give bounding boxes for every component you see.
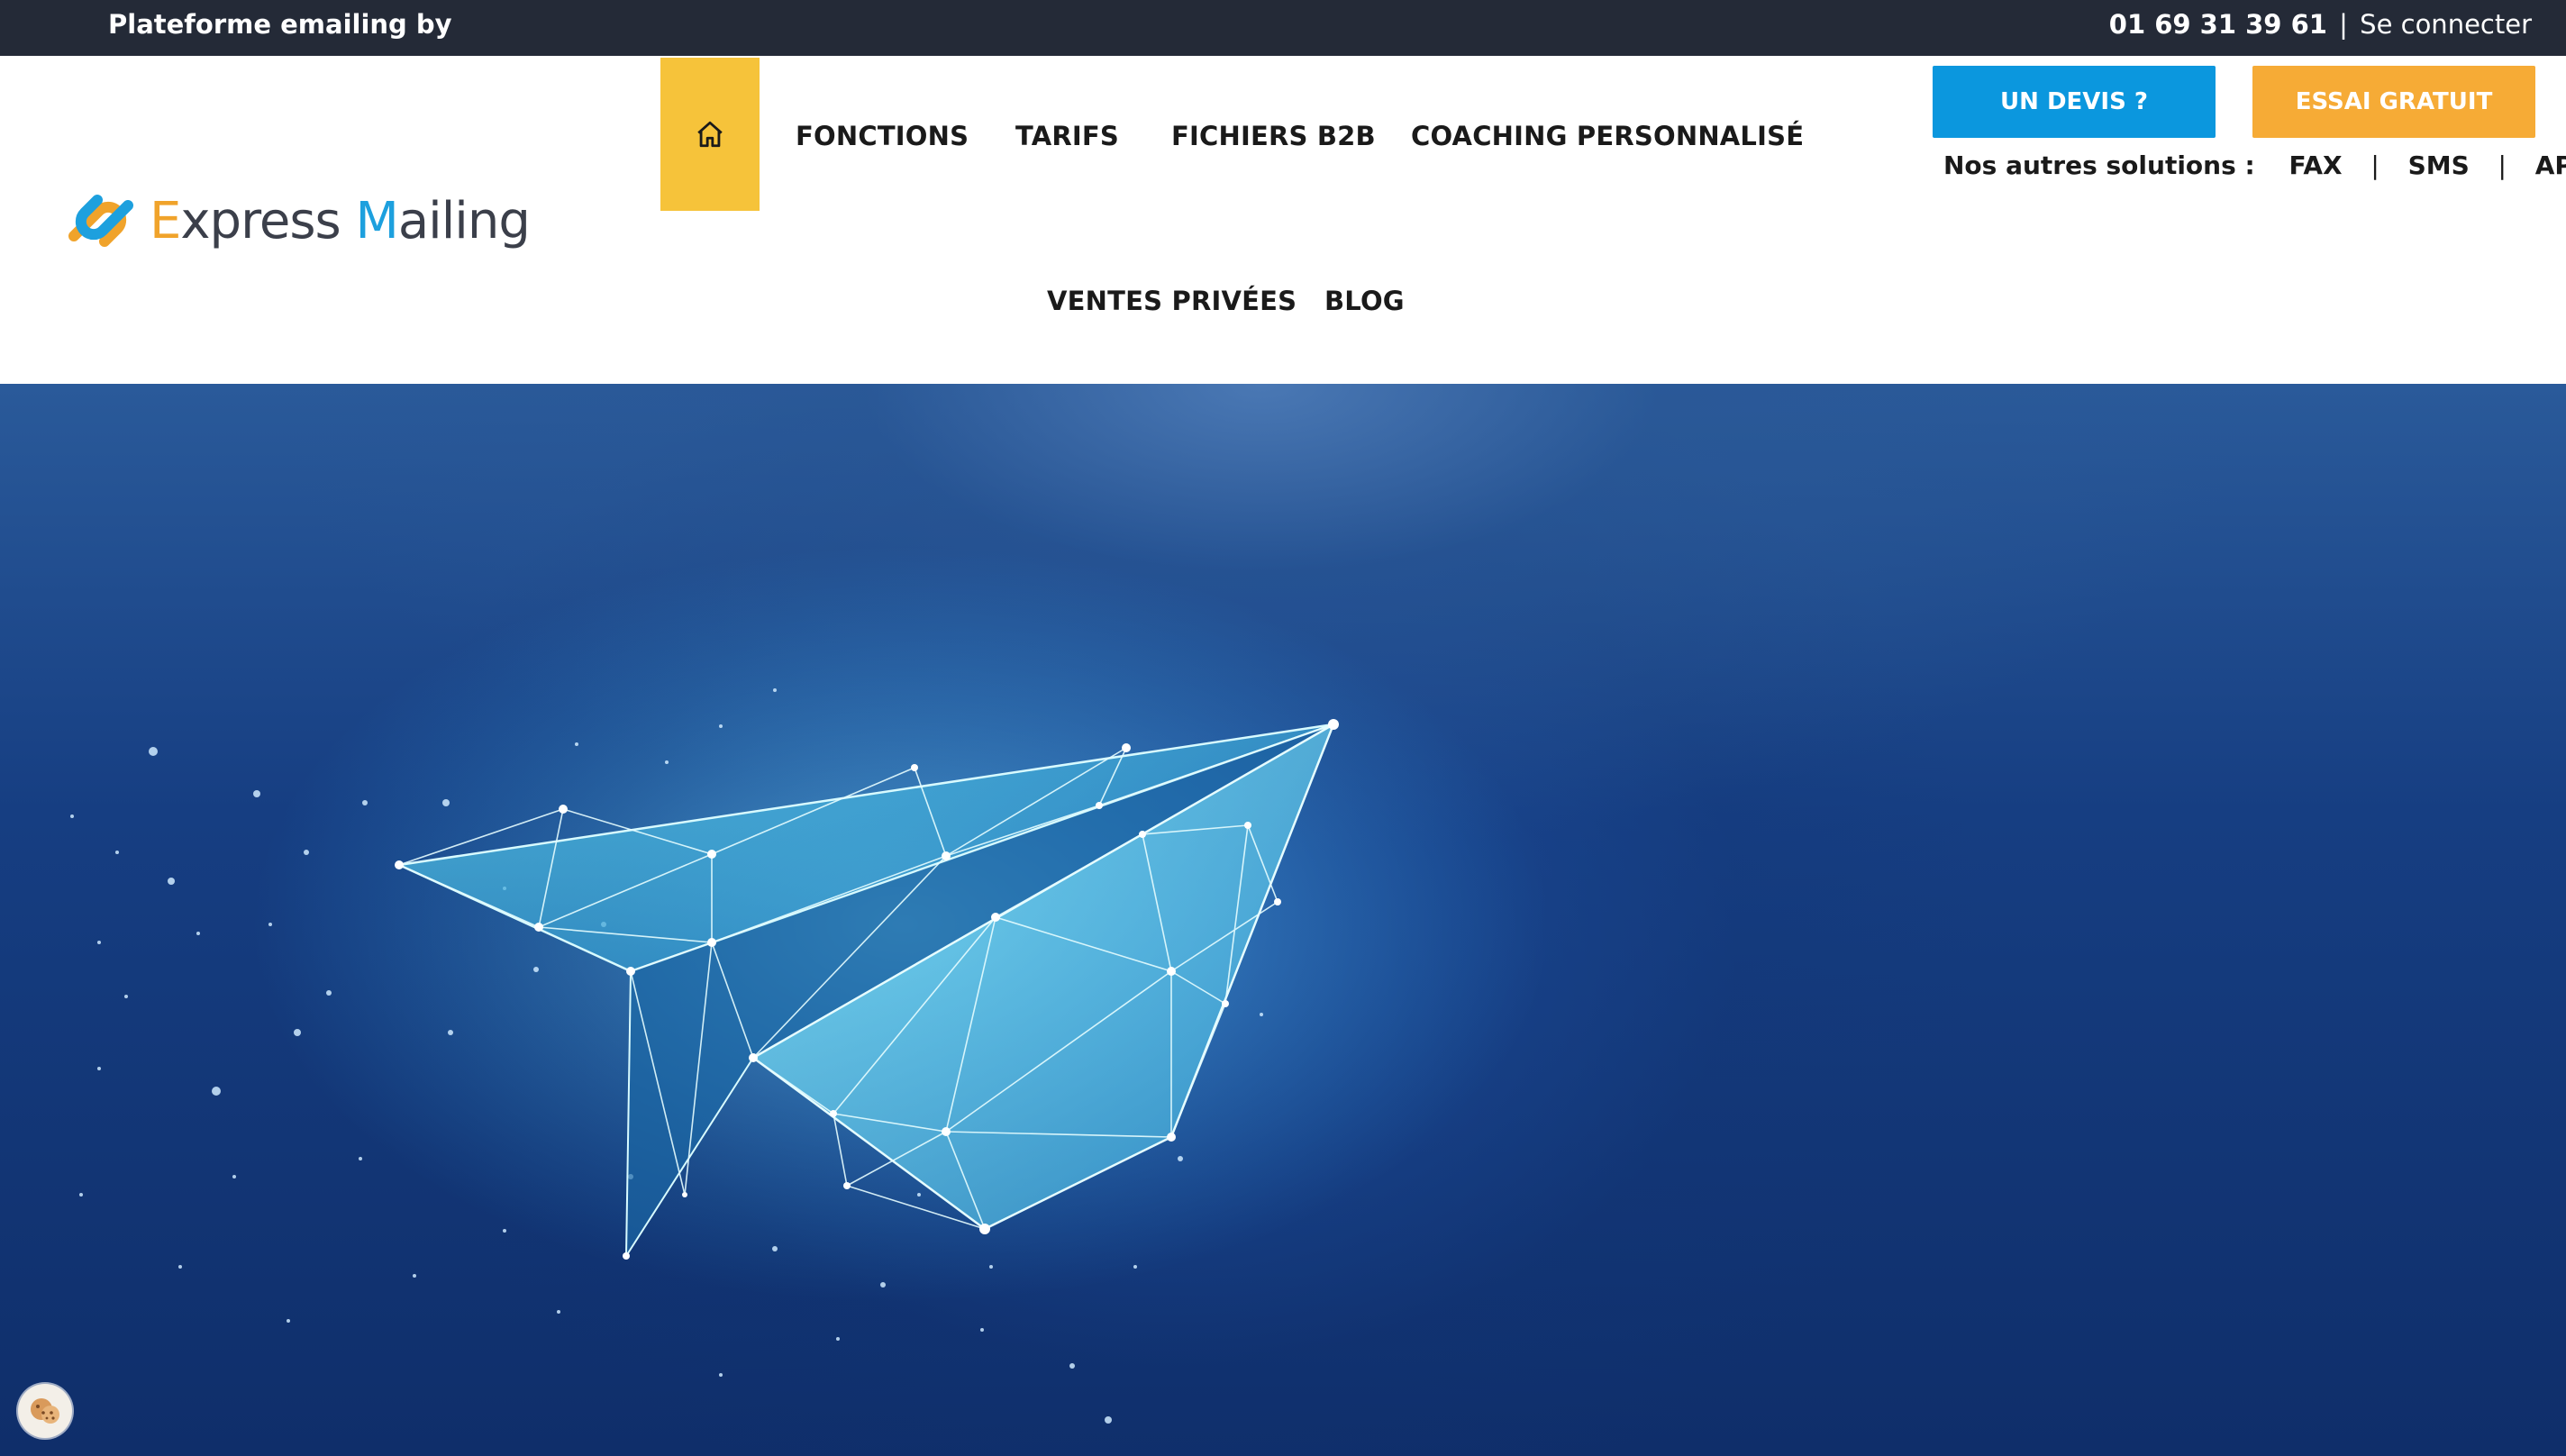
- login-link[interactable]: Se connecter: [2360, 9, 2532, 40]
- tagline: Plateforme emailing by: [108, 9, 452, 40]
- logo-mark-icon: [68, 195, 133, 247]
- nav-item-blog[interactable]: BLOG: [1324, 286, 1405, 316]
- separator: |: [2498, 150, 2507, 180]
- top-bar: Plateforme emailing by 01 69 31 39 61 | …: [0, 0, 2566, 56]
- nav-item-fichiers-b2b[interactable]: FICHIERS B2B: [1171, 121, 1376, 151]
- top-bar-right: 01 69 31 39 61 | Se connecter: [2109, 9, 2532, 40]
- logo-text: Express Mailing: [150, 191, 531, 250]
- free-trial-button[interactable]: ESSAI GRATUIT: [2252, 66, 2535, 138]
- cookie-icon: [31, 1398, 59, 1424]
- sms-link[interactable]: SMS: [2408, 150, 2470, 180]
- other-solutions: Nos autres solutions : FAX | SMS | API S…: [1943, 150, 2566, 180]
- nav-item-ventes-privees[interactable]: VENTES PRIVÉES: [1047, 286, 1297, 316]
- separator: |: [2370, 150, 2379, 180]
- site-header: Express Mailing FONCTIONS TARIFS FICHIER…: [0, 56, 2566, 384]
- fax-link[interactable]: FAX: [2288, 150, 2342, 180]
- nav-item-tarifs[interactable]: TARIFS: [1015, 121, 1119, 151]
- api-smtp-link[interactable]: API SMTP: [2535, 150, 2566, 180]
- separator: |: [2339, 9, 2348, 40]
- nav-home[interactable]: [660, 58, 760, 211]
- paper-plane-illustration: [70, 546, 1550, 1424]
- hero-banner: [0, 384, 2566, 1456]
- quote-button[interactable]: UN DEVIS ?: [1933, 66, 2216, 138]
- logo[interactable]: Express Mailing: [56, 180, 531, 261]
- phone-number[interactable]: 01 69 31 39 61: [2109, 9, 2327, 40]
- nav-item-coaching[interactable]: COACHING PERSONNALISÉ: [1411, 121, 1804, 151]
- home-icon: [697, 121, 723, 148]
- other-solutions-label: Nos autres solutions :: [1943, 150, 2255, 180]
- cookie-settings-button[interactable]: [18, 1384, 72, 1438]
- nav-item-fonctions[interactable]: FONCTIONS: [796, 121, 969, 151]
